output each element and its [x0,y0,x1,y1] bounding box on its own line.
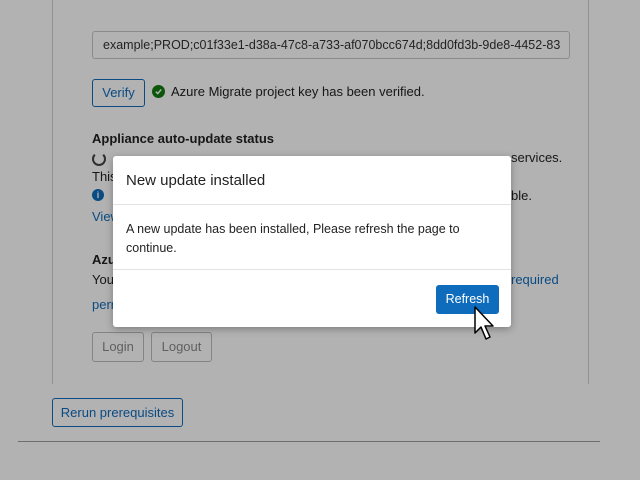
dialog-footer-divider [113,269,511,270]
dialog-message: A new update has been installed, Please … [126,222,460,255]
dialog-header: New update installed [113,156,511,205]
dialog-title: New update installed [126,172,266,189]
update-dialog: New update installed A new update has be… [113,156,511,327]
mouse-pointer-icon [474,306,496,351]
